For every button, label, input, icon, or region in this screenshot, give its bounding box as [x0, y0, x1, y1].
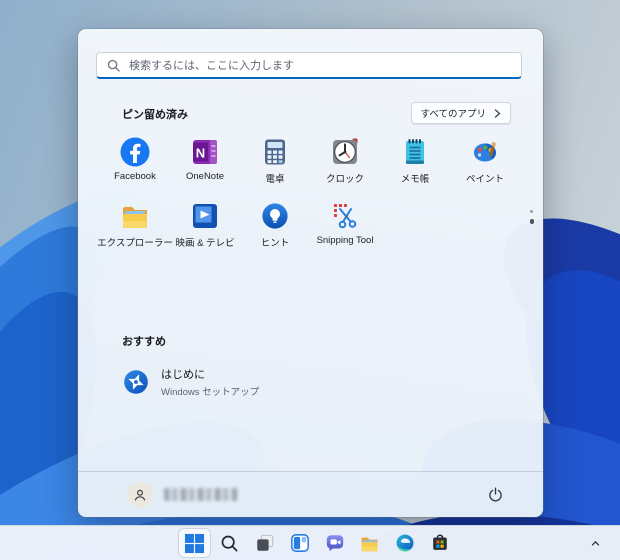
page-dot-2-current[interactable] [529, 219, 534, 224]
search-placeholder: 検索するには、ここに入力します [129, 60, 294, 72]
recommended-item-get-started[interactable]: はじめに Windows セットアップ [118, 360, 352, 404]
calculator-icon [265, 139, 285, 165]
recommended-section-title: おすすめ [122, 336, 166, 348]
pinned-app-explorer[interactable]: エクスプローラー [97, 195, 173, 259]
start-icon [184, 533, 205, 553]
recommended-item-title: はじめに [161, 369, 205, 381]
pinned-app-facebook[interactable]: Facebook [100, 131, 170, 195]
start-button[interactable] [179, 529, 210, 557]
recommended-item-text: はじめに Windows セットアップ [161, 366, 259, 398]
widgets-button[interactable] [284, 529, 315, 557]
chat-button[interactable] [319, 529, 350, 557]
pinned-app-tips[interactable]: ヒント [240, 195, 310, 259]
pinned-app-calculator[interactable]: 電卓 [240, 131, 310, 195]
start-menu-footer [78, 471, 543, 517]
show-hidden-icons-button[interactable] [584, 533, 606, 553]
pinned-section-title: ピン留め済み [122, 109, 188, 121]
pinned-app-onenote[interactable]: N OneNote [170, 131, 240, 195]
user-account-button[interactable] [124, 479, 244, 511]
pinned-app-grid: Facebook N OneNote 電卓 クロック メモ帳 ペイント エクスプ… [97, 131, 522, 259]
person-icon [134, 489, 146, 501]
power-icon [488, 487, 502, 502]
pinned-app-label: ペイント [465, 174, 504, 185]
search-icon [107, 59, 120, 72]
all-apps-label: すべてのアプリ [420, 109, 486, 120]
search-icon [221, 535, 238, 551]
pinned-app-snipping-tool[interactable]: Snipping Tool [310, 195, 380, 259]
pinned-app-label: Facebook [114, 171, 156, 182]
chevron-right-icon [494, 108, 501, 118]
recommended-item-subtitle: Windows セットアップ [161, 387, 260, 398]
pinned-app-label: メモ帳 [400, 174, 430, 185]
store-icon [432, 534, 447, 550]
file-explorer-icon [123, 207, 147, 228]
movies-tv-icon [193, 204, 217, 228]
taskbar [0, 525, 620, 560]
pinned-app-notepad[interactable]: メモ帳 [380, 131, 450, 195]
pinned-pagination[interactable] [529, 210, 534, 224]
task-view-button[interactable] [249, 529, 280, 557]
pinned-app-label: ヒント [260, 238, 290, 249]
start-menu-panel: 検索するには、ここに入力します ピン留め済み すべてのアプリ Facebook [78, 29, 543, 517]
pinned-app-label: Snipping Tool [316, 235, 374, 246]
onenote-icon: N [193, 140, 217, 164]
search-input[interactable]: 検索するには、ここに入力します [96, 52, 522, 79]
chevron-up-icon [591, 540, 599, 546]
get-started-icon [124, 370, 148, 394]
user-name-redacted [164, 488, 238, 501]
pinned-app-paint[interactable]: ペイント [450, 131, 520, 195]
pinned-app-label: 映画 & テレビ [175, 238, 235, 249]
pinned-app-label: 電卓 [265, 174, 285, 185]
notepad-icon [406, 139, 424, 164]
file-explorer-button[interactable] [354, 529, 385, 557]
svg-text:N: N [196, 146, 205, 161]
taskbar-icons [179, 529, 455, 557]
edge-button[interactable] [389, 529, 420, 557]
tips-icon [262, 203, 288, 229]
clock-icon [333, 138, 358, 164]
all-apps-button[interactable]: すべてのアプリ [410, 102, 511, 124]
page-dot-1[interactable] [530, 210, 534, 213]
edge-icon [396, 534, 413, 552]
pinned-app-clock[interactable]: クロック [310, 131, 380, 195]
task-view-icon [256, 534, 273, 551]
file-explorer-icon [361, 537, 378, 551]
taskbar-search-button[interactable] [214, 529, 245, 557]
paint-icon [474, 142, 496, 162]
facebook-icon [120, 137, 150, 167]
store-button[interactable] [424, 529, 455, 557]
pinned-app-label: OneNote [185, 171, 225, 182]
pinned-app-movies-tv[interactable]: 映画 & テレビ [170, 195, 240, 259]
pinned-app-label: クロック [325, 174, 364, 185]
snipping-tool-icon [334, 204, 357, 229]
avatar [127, 481, 153, 508]
widgets-icon [290, 534, 309, 552]
pinned-app-label: エクスプローラー [97, 238, 173, 249]
desktop: 検索するには、ここに入力します ピン留め済み すべてのアプリ Facebook [0, 0, 620, 560]
power-button[interactable] [481, 481, 509, 509]
chat-icon [326, 535, 343, 552]
